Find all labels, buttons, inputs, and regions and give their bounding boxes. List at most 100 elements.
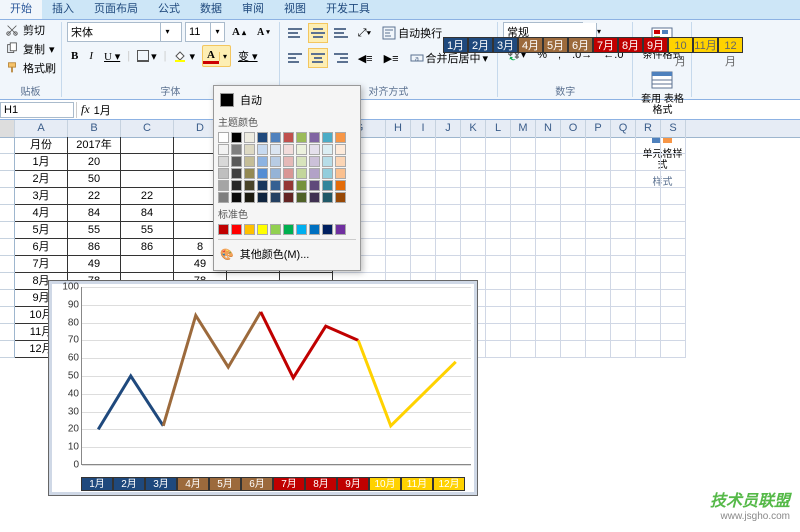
cell[interactable] <box>536 324 561 341</box>
color-swatch[interactable] <box>257 224 268 235</box>
cell[interactable] <box>586 154 611 171</box>
cell[interactable] <box>386 222 411 239</box>
cell[interactable] <box>511 205 536 222</box>
cell[interactable] <box>611 154 636 171</box>
color-swatch[interactable] <box>270 192 281 203</box>
cell[interactable]: 1月 <box>15 154 68 171</box>
cell[interactable] <box>386 154 411 171</box>
cell[interactable] <box>636 307 661 324</box>
cut-button[interactable]: 剪切 <box>5 22 56 38</box>
tab-7[interactable]: 开发工具 <box>316 0 380 19</box>
color-swatch[interactable] <box>322 168 333 179</box>
col-header[interactable]: L <box>486 120 511 137</box>
cell[interactable] <box>561 341 586 358</box>
phonetic-button[interactable]: 变 ▾ <box>234 45 262 67</box>
color-swatch[interactable] <box>309 132 320 143</box>
color-swatch[interactable] <box>218 168 229 179</box>
cell[interactable] <box>636 290 661 307</box>
cell[interactable] <box>636 273 661 290</box>
cell[interactable] <box>486 341 511 358</box>
format-painter-button[interactable]: 格式刷 <box>5 60 56 76</box>
font-name-input[interactable] <box>68 23 160 41</box>
color-swatch[interactable] <box>283 168 294 179</box>
cell[interactable] <box>486 239 511 256</box>
color-swatch[interactable] <box>283 224 294 235</box>
color-swatch[interactable] <box>296 180 307 191</box>
col-header[interactable]: C <box>121 120 174 137</box>
col-header[interactable]: J <box>436 120 461 137</box>
fx-icon[interactable]: fx <box>81 102 90 117</box>
color-swatch[interactable] <box>257 132 268 143</box>
font-color-button[interactable]: A▾ <box>202 45 231 67</box>
cell[interactable] <box>636 239 661 256</box>
cell[interactable] <box>386 256 411 273</box>
col-header[interactable]: M <box>511 120 536 137</box>
cell[interactable] <box>561 171 586 188</box>
color-swatch[interactable] <box>231 132 242 143</box>
color-swatch[interactable] <box>218 180 229 191</box>
cell[interactable] <box>436 171 461 188</box>
cell[interactable]: 7月 <box>15 256 68 273</box>
cell[interactable] <box>611 290 636 307</box>
col-header[interactable]: H <box>386 120 411 137</box>
cell[interactable] <box>636 222 661 239</box>
underline-button[interactable]: U ▾ <box>100 47 124 66</box>
auto-color-item[interactable]: 自动 <box>218 90 356 112</box>
chevron-down-icon[interactable]: ▾ <box>219 52 230 61</box>
cell[interactable]: 22 <box>121 188 174 205</box>
color-swatch[interactable] <box>244 132 255 143</box>
color-swatch[interactable] <box>257 168 268 179</box>
cell[interactable] <box>486 307 511 324</box>
cell[interactable] <box>611 307 636 324</box>
cell[interactable] <box>436 154 461 171</box>
color-swatch[interactable] <box>270 144 281 155</box>
more-colors-item[interactable]: 🎨其他颜色(M)... <box>218 244 356 266</box>
cell[interactable]: 49 <box>68 256 121 273</box>
color-swatch[interactable] <box>257 180 268 191</box>
cell[interactable] <box>536 341 561 358</box>
color-swatch[interactable] <box>296 224 307 235</box>
color-swatch[interactable] <box>244 168 255 179</box>
cell[interactable] <box>461 188 486 205</box>
cell[interactable] <box>661 154 686 171</box>
cell[interactable] <box>636 256 661 273</box>
color-swatch[interactable] <box>231 192 242 203</box>
cell[interactable] <box>411 154 436 171</box>
cell[interactable] <box>386 205 411 222</box>
color-swatch[interactable] <box>296 144 307 155</box>
cell[interactable] <box>536 239 561 256</box>
cell[interactable] <box>461 171 486 188</box>
cell[interactable] <box>661 205 686 222</box>
cell[interactable]: 22 <box>68 188 121 205</box>
cell[interactable]: 20 <box>68 154 121 171</box>
align-bottom-button[interactable] <box>331 23 351 43</box>
font-size-input[interactable] <box>186 23 210 41</box>
color-swatch[interactable] <box>244 180 255 191</box>
color-swatch[interactable] <box>270 168 281 179</box>
col-header[interactable]: Q <box>611 120 636 137</box>
font-size-select[interactable]: ▾ <box>185 22 225 42</box>
cell[interactable] <box>611 256 636 273</box>
color-swatch[interactable] <box>296 132 307 143</box>
cell[interactable]: 86 <box>68 239 121 256</box>
cell[interactable]: 84 <box>68 205 121 222</box>
col-header[interactable]: N <box>536 120 561 137</box>
cell[interactable] <box>661 341 686 358</box>
cell[interactable] <box>561 222 586 239</box>
cell[interactable] <box>536 137 561 154</box>
tab-4[interactable]: 数据 <box>190 0 232 19</box>
color-swatch[interactable] <box>335 144 346 155</box>
cell[interactable] <box>511 188 536 205</box>
align-center-button[interactable] <box>308 48 328 68</box>
cell[interactable] <box>611 188 636 205</box>
col-header[interactable]: S <box>661 120 686 137</box>
color-swatch[interactable] <box>335 156 346 167</box>
cell[interactable] <box>561 290 586 307</box>
cell[interactable] <box>121 154 174 171</box>
cell[interactable] <box>511 273 536 290</box>
spreadsheet-grid[interactable]: ABCDEFGHIJKLMNOPQRS 月份2017年1月202月503月222… <box>0 120 800 138</box>
cell[interactable]: 2月 <box>15 171 68 188</box>
color-swatch[interactable] <box>231 156 242 167</box>
cell[interactable] <box>661 188 686 205</box>
cell[interactable] <box>586 273 611 290</box>
